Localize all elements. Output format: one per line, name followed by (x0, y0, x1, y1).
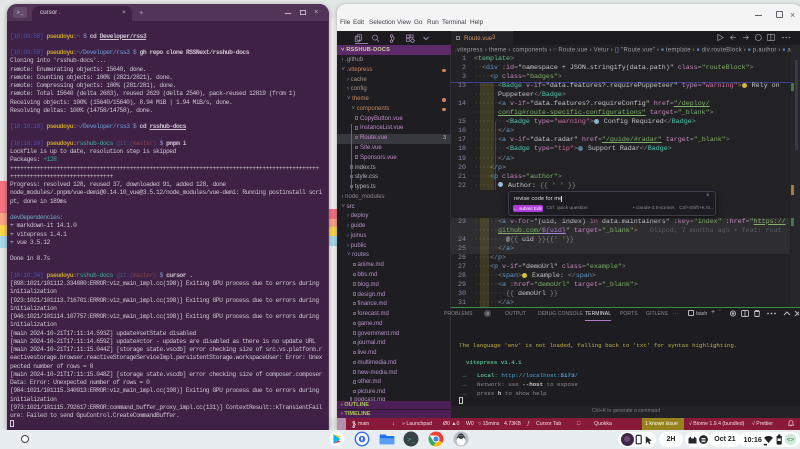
svg-text:>_: >_ (407, 436, 415, 443)
svg-text:<>: <> (787, 436, 795, 443)
